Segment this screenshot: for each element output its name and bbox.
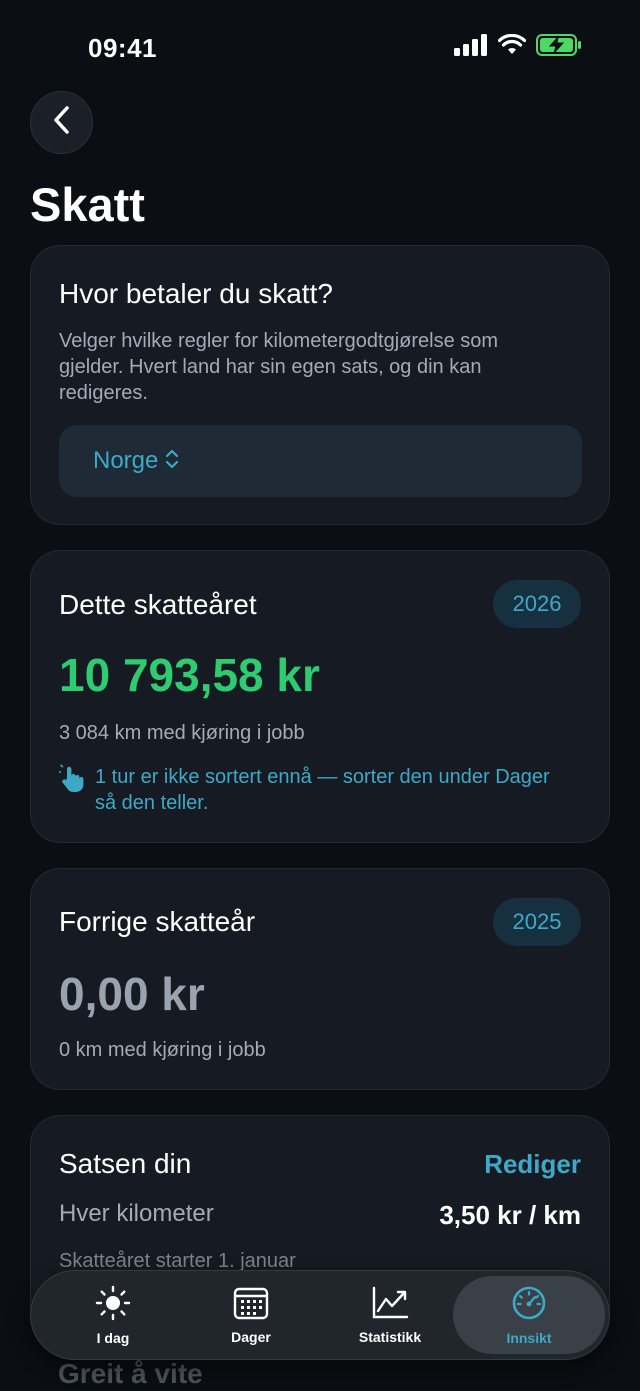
tab-insight[interactable]: Innsikt [453,1276,605,1354]
good-to-know-title: Greit å vite [58,1358,203,1389]
status-bar: 09:41 [0,0,640,90]
back-button[interactable] [30,91,93,154]
chevron-up-down-icon [164,447,180,476]
tab-today-label: I dag [96,1329,130,1346]
current-tax-year-amount: 10 793,58 kr [59,649,320,701]
current-year-badge: 2026 [493,580,581,628]
tab-statistics-label: Statistikk [358,1328,422,1345]
unsorted-trip-hint-text: 1 tur er ikke sortert ennå — sorter den … [95,766,550,814]
rate-title: Satsen din [59,1148,192,1179]
sun-icon [94,1285,132,1326]
current-tax-year-km: 3 084 km med kjøring i jobb [59,722,305,744]
tab-statistics[interactable]: Statistikk [320,1276,460,1354]
tab-days-label: Dager [231,1328,271,1345]
cellular-signal-icon [454,34,488,61]
previous-tax-year-km: 0 km med kjøring i jobb [59,1039,266,1061]
status-icons [454,33,582,61]
edit-rate-button[interactable]: Rediger [484,1149,581,1180]
tab-today[interactable]: I dag [43,1276,183,1354]
previous-tax-year-title: Forrige skatteår [59,906,256,937]
battery-charging-icon [536,34,582,61]
country-select[interactable]: Norge [59,425,582,497]
rate-per-km-label: Hver kilometer [59,1200,214,1227]
country-select-value: Norge [93,447,159,474]
speedometer-icon [511,1285,547,1326]
current-tax-year-title: Dette skatteåret [59,589,257,620]
chart-line-icon [371,1286,409,1325]
tab-bar: I dag Dager Statistikk Innsikt [30,1270,610,1360]
chevron-left-icon [51,105,73,140]
tax-country-card: Hvor betaler du skatt? Velger hvilke reg… [30,245,610,525]
rate-per-km-value: 3,50 kr / km [439,1200,581,1230]
previous-year-badge: 2025 [493,898,581,946]
hand-pointer-icon [59,762,85,816]
tab-days[interactable]: Dager [181,1276,321,1354]
tax-country-description: Velger hvilke regler for kilometergodtgj… [59,330,499,404]
previous-tax-year-card: Forrige skatteår 2025 0,00 kr 0 km med k… [30,868,610,1090]
unsorted-trip-hint[interactable]: 1 tur er ikke sortert ennå — sorter den … [59,762,559,816]
current-tax-year-card: Dette skatteåret 2026 10 793,58 kr 3 084… [30,550,610,843]
status-time: 09:41 [88,33,157,63]
calendar-icon [233,1286,269,1325]
tab-insight-label: Innsikt [506,1329,552,1346]
previous-tax-year-amount: 0,00 kr [59,968,205,1020]
wifi-icon [497,33,527,61]
tax-country-title: Hvor betaler du skatt? [59,278,333,309]
page-title: Skatt [30,178,145,231]
